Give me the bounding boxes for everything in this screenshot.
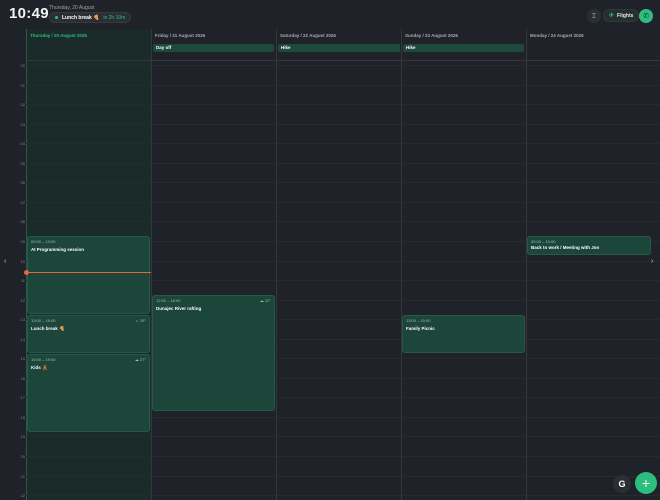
hour-label: 11 bbox=[20, 278, 25, 284]
next-week-button[interactable]: › bbox=[651, 258, 653, 265]
hour-gridline bbox=[26, 104, 660, 106]
top-bar: 10:49 Thursday, 20 August Lunch break 🍕 … bbox=[0, 0, 660, 30]
hour-label: 04 bbox=[20, 141, 25, 147]
day-column-saturday[interactable]: Saturday / 22 August 2026 bbox=[276, 29, 401, 500]
hour-gridline bbox=[26, 143, 660, 145]
weather-cloud-icon: ☁ 27° bbox=[134, 357, 146, 362]
hour-label: 08 bbox=[20, 219, 25, 225]
allday-event[interactable]: Hike bbox=[403, 44, 524, 52]
event-title: AI Programming session bbox=[31, 247, 85, 252]
hour-gridline bbox=[26, 123, 660, 125]
phone-icon: ✆ bbox=[643, 13, 649, 20]
plus-icon: + bbox=[641, 475, 651, 491]
google-sync-button[interactable]: G bbox=[613, 475, 631, 493]
hour-gridline bbox=[26, 162, 660, 164]
hour-gridline bbox=[26, 84, 660, 86]
hour-label: 03 bbox=[20, 121, 25, 127]
event-card[interactable]: 12:00 – 18:00 Dunajec River rafting ☁ 22… bbox=[152, 295, 275, 411]
event-card[interactable]: 09:00 – 10:00 Back to work / Meeting wit… bbox=[527, 236, 651, 255]
flights-label: Flights bbox=[617, 12, 634, 19]
current-date: Thursday, 20 August bbox=[49, 5, 95, 11]
hour-label: 07 bbox=[20, 199, 25, 205]
event-title: Back to work / Meeting with Jon bbox=[531, 245, 600, 250]
hour-label: 12 bbox=[20, 297, 25, 303]
phone-button[interactable]: ✆ bbox=[639, 9, 653, 23]
day-column-monday[interactable]: Monday / 24 August 2026 bbox=[526, 29, 660, 500]
day-column-sunday[interactable]: Sunday / 23 August 2026 bbox=[401, 29, 526, 500]
event-time: 15:00 – 19:00 bbox=[31, 357, 56, 362]
day-header: Saturday / 22 August 2026 bbox=[280, 33, 336, 38]
hour-label: 15 bbox=[20, 356, 25, 362]
hour-label: 01 bbox=[20, 82, 25, 88]
event-card[interactable]: 13:00 – 15:00 Lunch break 🍕 ☼ 29° bbox=[27, 315, 150, 353]
calendar-grid: Thursday / 20 August 2026 Friday / 21 Au… bbox=[0, 29, 660, 500]
event-title: Lunch break 🍕 bbox=[31, 326, 65, 331]
day-header: Thursday / 20 August 2026 bbox=[30, 33, 87, 38]
event-title: Family Picnic bbox=[406, 326, 435, 331]
event-time: 09:00 – 10:00 bbox=[531, 239, 556, 244]
day-column-friday[interactable]: Friday / 21 August 2026 bbox=[151, 29, 276, 500]
current-time-dot bbox=[24, 270, 29, 275]
text-cursor-button[interactable]: Ɪ bbox=[587, 9, 601, 23]
allday-event[interactable]: Day off bbox=[153, 44, 274, 52]
next-event-countdown: in 2h 10m bbox=[103, 14, 126, 21]
next-event-label: Lunch break 🍕 bbox=[62, 14, 100, 21]
hour-label: 13 bbox=[20, 317, 25, 323]
hour-label: 00 bbox=[20, 63, 25, 68]
hour-label: 06 bbox=[20, 180, 25, 186]
hour-label: 21 bbox=[20, 473, 25, 479]
event-card[interactable]: 09:00 – 13:00 AI Programming session bbox=[27, 236, 150, 314]
hour-gridline bbox=[26, 65, 660, 66]
hour-label: 19 bbox=[20, 434, 25, 440]
google-icon: G bbox=[618, 479, 626, 489]
event-time: 09:00 – 13:00 bbox=[31, 239, 56, 244]
hour-label: 09 bbox=[20, 238, 25, 244]
hour-gridline bbox=[26, 221, 660, 223]
event-card[interactable]: 13:00 – 15:00 Family Picnic bbox=[402, 315, 525, 353]
all-day-divider bbox=[26, 60, 660, 61]
hour-gridline bbox=[26, 456, 660, 457]
prev-week-button[interactable]: ‹ bbox=[4, 258, 6, 265]
hour-label: 20 bbox=[20, 454, 25, 459]
event-time: 12:00 – 18:00 bbox=[156, 298, 181, 303]
day-header: Friday / 21 August 2026 bbox=[155, 33, 206, 38]
hour-gridline bbox=[26, 495, 660, 497]
allday-event[interactable]: Hike bbox=[278, 44, 400, 52]
day-header: Sunday / 23 August 2026 bbox=[405, 33, 458, 38]
day-header: Monday / 24 August 2026 bbox=[530, 33, 584, 38]
current-time-line bbox=[26, 272, 151, 273]
hour-label: 10 bbox=[20, 258, 25, 264]
hour-label: 17 bbox=[20, 395, 25, 401]
text-cursor-icon: Ɪ bbox=[592, 12, 596, 20]
clock: 10:49 bbox=[9, 5, 49, 22]
hour-label: 14 bbox=[20, 336, 25, 342]
status-dot-icon bbox=[55, 16, 58, 19]
weather-sun-icon: ☼ 29° bbox=[135, 318, 146, 323]
hour-label: 18 bbox=[20, 414, 25, 420]
add-event-button[interactable]: + bbox=[635, 472, 657, 494]
hour-gridline bbox=[26, 182, 660, 184]
hour-label: 16 bbox=[20, 375, 25, 381]
event-card[interactable]: 15:00 – 19:00 Kids 🧸 ☁ 27° bbox=[27, 354, 150, 432]
hour-gridline bbox=[26, 436, 660, 438]
hour-gridline bbox=[26, 201, 660, 203]
hour-label: 22 bbox=[20, 493, 25, 499]
event-time: 13:00 – 15:00 bbox=[31, 318, 56, 323]
plane-off-icon: ✈ bbox=[609, 13, 615, 19]
hour-gridline bbox=[26, 475, 660, 477]
hour-label: 02 bbox=[20, 102, 25, 108]
next-event-pill[interactable]: Lunch break 🍕 in 2h 10m bbox=[49, 12, 132, 23]
flights-button[interactable]: ✈ Flights bbox=[603, 9, 640, 22]
event-title: Kids 🧸 bbox=[31, 365, 48, 370]
weather-cloud-icon: ☁ 22° bbox=[259, 298, 271, 303]
hour-label: 05 bbox=[20, 160, 25, 166]
event-time: 13:00 – 15:00 bbox=[406, 318, 431, 323]
event-title: Dunajec River rafting bbox=[156, 306, 202, 311]
